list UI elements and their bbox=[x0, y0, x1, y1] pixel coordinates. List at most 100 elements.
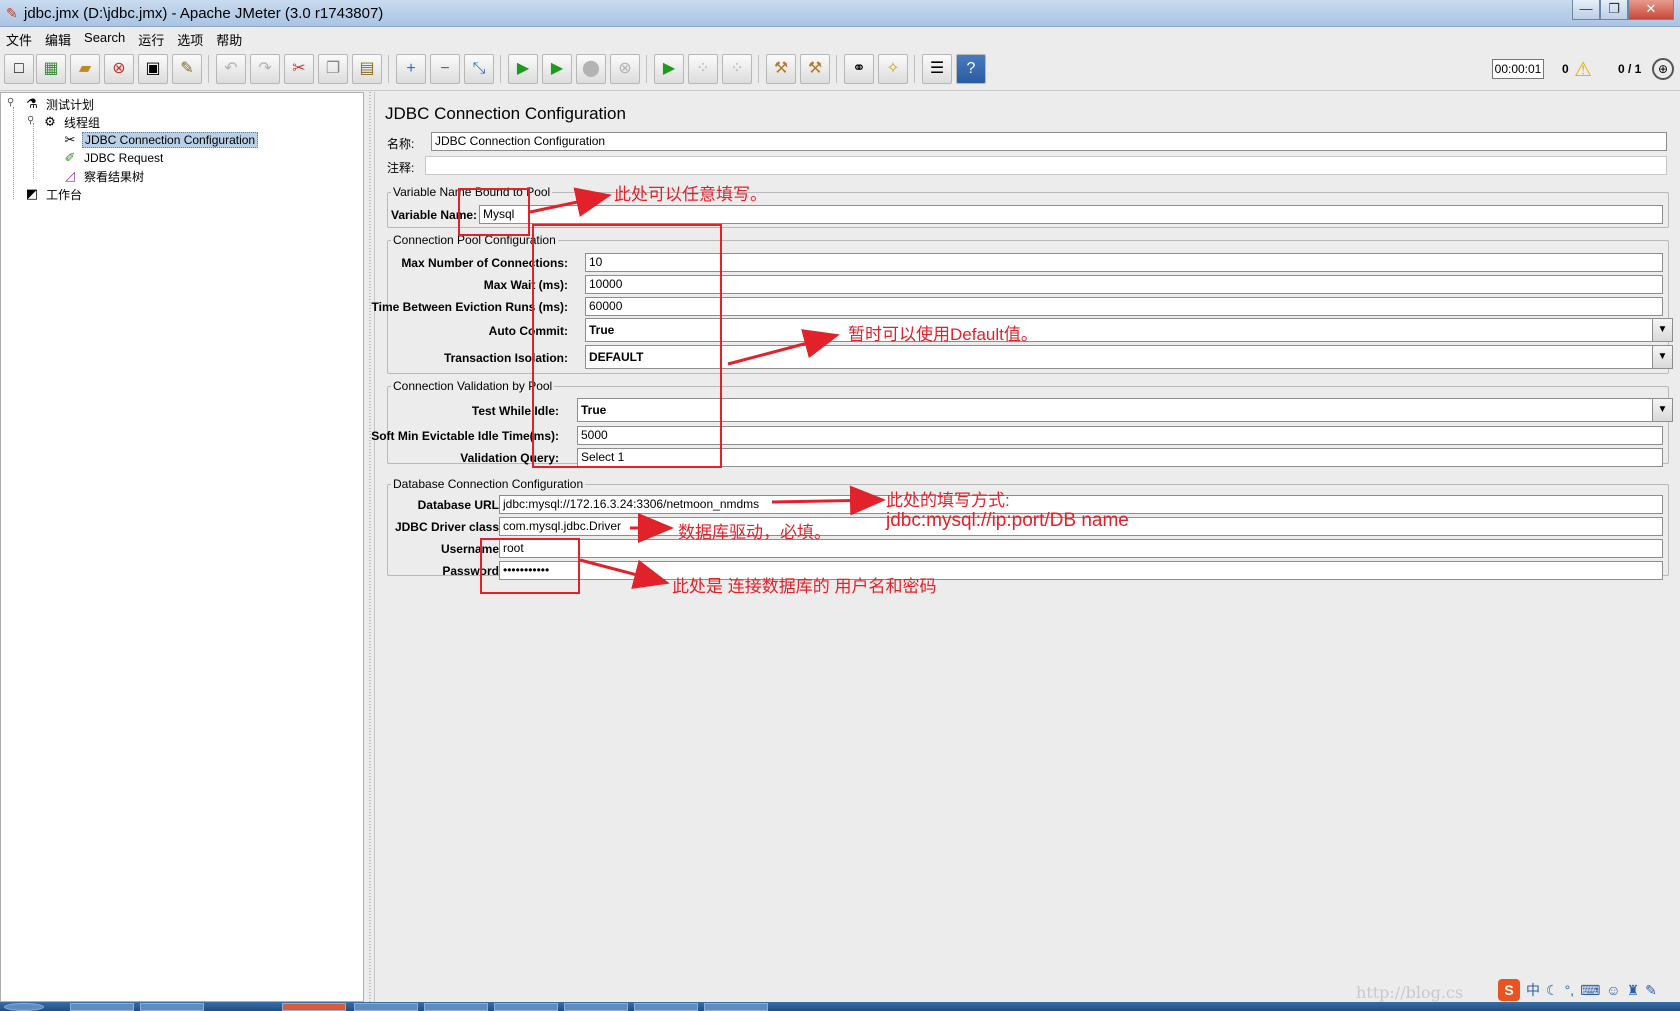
tree-item-jdbc-request[interactable]: ✐ JDBC Request bbox=[61, 149, 165, 167]
annotation-box-pool-values bbox=[532, 224, 722, 468]
taskbar-app[interactable] bbox=[282, 1003, 346, 1011]
start-no-timers-icon[interactable]: ▶ bbox=[542, 54, 572, 84]
help-icon[interactable]: ? bbox=[956, 54, 986, 84]
tree-item-label: 工作台 bbox=[46, 187, 83, 202]
tree-item-results-tree[interactable]: ◿ 察看结果树 bbox=[61, 167, 146, 185]
jmeter-feather-icon: ✎ bbox=[6, 5, 18, 21]
start-button[interactable] bbox=[4, 1003, 44, 1011]
tree-item-jdbc-config[interactable]: ✂ JDBC Connection Configuration bbox=[61, 131, 259, 149]
menu-edit[interactable]: 编辑 bbox=[45, 27, 78, 49]
toolbar-separator bbox=[758, 55, 759, 83]
windows-taskbar bbox=[0, 1002, 1680, 1011]
copy-icon[interactable]: ❐ bbox=[318, 54, 348, 84]
transaction-isolation-select[interactable]: DEFAULT ▼ bbox=[585, 345, 1673, 369]
new-icon[interactable]: □ bbox=[4, 54, 34, 84]
max-wait-input[interactable]: 10000 bbox=[585, 275, 1663, 294]
split-pane-divider[interactable] bbox=[366, 92, 374, 1002]
annotation-box-variable bbox=[458, 188, 530, 236]
user-icon[interactable]: ☺ bbox=[1606, 982, 1620, 998]
clear-all-icon[interactable]: ⚒ bbox=[800, 54, 830, 84]
close-icon[interactable]: ⊗ bbox=[104, 54, 134, 84]
collapse-icon[interactable]: − bbox=[430, 54, 460, 84]
punctuation-icon[interactable]: °, bbox=[1565, 982, 1575, 998]
menu-options[interactable]: 选项 bbox=[177, 27, 210, 49]
save-icon[interactable]: ▣ bbox=[138, 54, 168, 84]
ime-toolbar: S 中 ☾ °, ⌨ ☺ ♜ ✎ bbox=[1494, 976, 1661, 1004]
clear-icon[interactable]: ⚒ bbox=[766, 54, 796, 84]
variable-name-input[interactable]: Mysql bbox=[479, 205, 1663, 224]
expand-icon[interactable]: + bbox=[396, 54, 426, 84]
comment-label: 注释: bbox=[387, 161, 415, 175]
name-input[interactable]: JDBC Connection Configuration bbox=[431, 132, 1667, 151]
eviction-runs-input[interactable]: 60000 bbox=[585, 297, 1663, 316]
search-icon[interactable]: ⚭ bbox=[844, 54, 874, 84]
flask-icon: ⚗ bbox=[26, 96, 38, 111]
title-bar: ✎ jdbc.jmx (D:\jdbc.jmx) - Apache JMeter… bbox=[0, 0, 1680, 27]
moon-icon[interactable]: ☾ bbox=[1546, 982, 1559, 999]
function-helper-icon[interactable]: ☰ bbox=[922, 54, 952, 84]
database-group-title: Database Connection Configuration bbox=[391, 477, 586, 491]
chevron-down-icon[interactable]: ▼ bbox=[1652, 399, 1672, 421]
maximize-button[interactable]: ❐ bbox=[1600, 0, 1628, 20]
remote-exit-icon[interactable]: ⁘ bbox=[722, 54, 752, 84]
taskbar-app[interactable] bbox=[70, 1003, 134, 1011]
driver-class-label: JDBC Driver class: bbox=[394, 520, 503, 534]
taskbar-app[interactable] bbox=[354, 1003, 418, 1011]
comment-input[interactable] bbox=[425, 156, 1667, 175]
chevron-down-icon[interactable]: ▼ bbox=[1652, 319, 1672, 341]
warning-icon[interactable]: ⚠ bbox=[1574, 57, 1592, 82]
taskbar-app[interactable] bbox=[634, 1003, 698, 1011]
validation-query-input[interactable]: Select 1 bbox=[577, 448, 1663, 467]
tree-connector bbox=[13, 107, 14, 199]
tree-item-test-plan[interactable]: ⚗ 测试计划 bbox=[23, 95, 96, 113]
max-connections-input[interactable]: 10 bbox=[585, 253, 1663, 272]
soft-min-idle-input[interactable]: 5000 bbox=[577, 426, 1663, 445]
open-icon[interactable]: ▰ bbox=[70, 54, 100, 84]
elapsed-timer: 00:00:01 bbox=[1492, 59, 1544, 79]
keyboard-icon[interactable]: ⌨ bbox=[1580, 982, 1600, 999]
annotation-default-note: 暂时可以使用Default值。 bbox=[848, 325, 1038, 344]
menu-run[interactable]: 运行 bbox=[138, 27, 171, 49]
tree-item-workbench[interactable]: ◩ 工作台 bbox=[23, 185, 84, 203]
shirt-icon[interactable]: ♜ bbox=[1627, 982, 1640, 999]
remote-start-icon[interactable]: ▶ bbox=[654, 54, 684, 84]
tree-item-label: JDBC Request bbox=[84, 151, 164, 165]
save-as-icon[interactable]: ✎ bbox=[172, 54, 202, 84]
minimize-button[interactable]: — bbox=[1572, 0, 1600, 20]
ime-mode[interactable]: 中 bbox=[1526, 980, 1540, 1000]
cut-icon[interactable]: ✂ bbox=[284, 54, 314, 84]
menu-file[interactable]: 文件 bbox=[6, 27, 39, 49]
templates-icon[interactable]: ▦ bbox=[36, 54, 66, 84]
toolbar-separator bbox=[836, 55, 837, 83]
sampler-icon: ✐ bbox=[64, 150, 76, 165]
taskbar-app[interactable] bbox=[140, 1003, 204, 1011]
tree-item-thread-group[interactable]: ⚙ 线程组 bbox=[41, 113, 102, 131]
taskbar-app[interactable] bbox=[494, 1003, 558, 1011]
shutdown-icon[interactable]: ⊗ bbox=[610, 54, 640, 84]
tree-toggle-icon[interactable]: ⚲ bbox=[7, 97, 14, 108]
stop-icon[interactable]: ⬤ bbox=[576, 54, 606, 84]
menu-help[interactable]: 帮助 bbox=[216, 27, 249, 49]
toggle-icon[interactable]: ⤡ bbox=[464, 54, 494, 84]
menu-search[interactable]: Search bbox=[84, 27, 132, 49]
test-while-idle-select[interactable]: True ▼ bbox=[577, 398, 1673, 422]
chevron-down-icon[interactable]: ▼ bbox=[1652, 346, 1672, 368]
taskbar-app[interactable] bbox=[704, 1003, 768, 1011]
auto-commit-select[interactable]: True ▼ bbox=[585, 318, 1673, 342]
close-window-button[interactable]: ✕ bbox=[1628, 0, 1674, 20]
toolbar-separator bbox=[500, 55, 501, 83]
taskbar-app[interactable] bbox=[564, 1003, 628, 1011]
remote-stop-icon[interactable]: ⁘ bbox=[688, 54, 718, 84]
sogou-logo[interactable]: S bbox=[1498, 979, 1520, 1001]
username-input[interactable]: root bbox=[499, 539, 1663, 558]
start-icon[interactable]: ▶ bbox=[508, 54, 538, 84]
undo-icon[interactable]: ↶ bbox=[216, 54, 246, 84]
taskbar-app[interactable] bbox=[424, 1003, 488, 1011]
toolbar-separator bbox=[914, 55, 915, 83]
remote-status-icon[interactable]: ⊕ bbox=[1652, 58, 1674, 80]
reset-search-icon[interactable]: ✧ bbox=[878, 54, 908, 84]
paste-icon[interactable]: ▤ bbox=[352, 54, 382, 84]
wrench-icon[interactable]: ✎ bbox=[1645, 982, 1657, 999]
tree-toggle-icon[interactable]: ⚲ bbox=[27, 115, 34, 126]
redo-icon[interactable]: ↷ bbox=[250, 54, 280, 84]
